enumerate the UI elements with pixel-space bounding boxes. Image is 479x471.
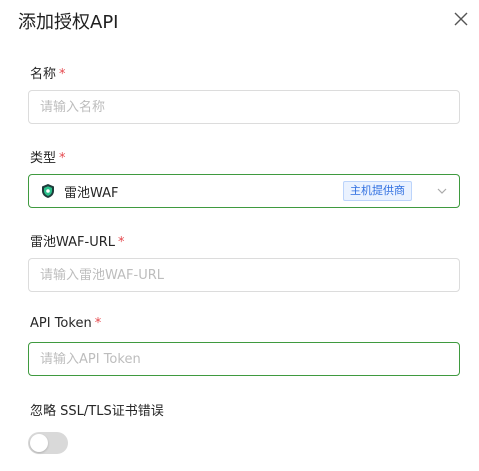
api-token-field[interactable] <box>28 342 460 376</box>
name-label: 名称 * <box>30 63 66 82</box>
api-token-label-text: API Token <box>30 316 92 331</box>
close-icon <box>454 12 468 26</box>
chevron-down-icon <box>436 185 448 197</box>
type-select[interactable]: 雷池WAF 主机提供商 <box>28 174 460 208</box>
waf-url-label: 雷池WAF-URL * <box>30 231 125 250</box>
provider-badge: 主机提供商 <box>343 181 412 201</box>
required-mark: * <box>94 316 102 331</box>
required-mark: * <box>59 151 66 166</box>
safeline-shield-icon <box>40 183 56 199</box>
name-label-text: 名称 <box>30 67 57 82</box>
toggle-knob <box>30 434 48 452</box>
name-input[interactable] <box>40 99 448 115</box>
type-label: 类型 * <box>30 147 66 166</box>
waf-url-label-text: 雷池WAF-URL <box>30 235 115 250</box>
dialog-title: 添加授权API <box>18 12 119 33</box>
required-mark: * <box>59 67 66 82</box>
required-mark: * <box>118 235 125 250</box>
ignore-ssl-label: 忽略 SSL/TLS证书错误 <box>30 404 164 419</box>
waf-url-input[interactable] <box>40 267 448 283</box>
type-label-text: 类型 <box>30 151 57 166</box>
waf-url-field[interactable] <box>28 258 460 292</box>
api-token-input[interactable] <box>40 351 448 367</box>
ignore-ssl-toggle[interactable] <box>28 432 68 454</box>
name-field[interactable] <box>28 90 460 124</box>
close-button[interactable] <box>452 10 470 28</box>
api-token-label: API Token * <box>30 316 101 331</box>
type-select-value: 雷池WAF <box>64 185 119 201</box>
